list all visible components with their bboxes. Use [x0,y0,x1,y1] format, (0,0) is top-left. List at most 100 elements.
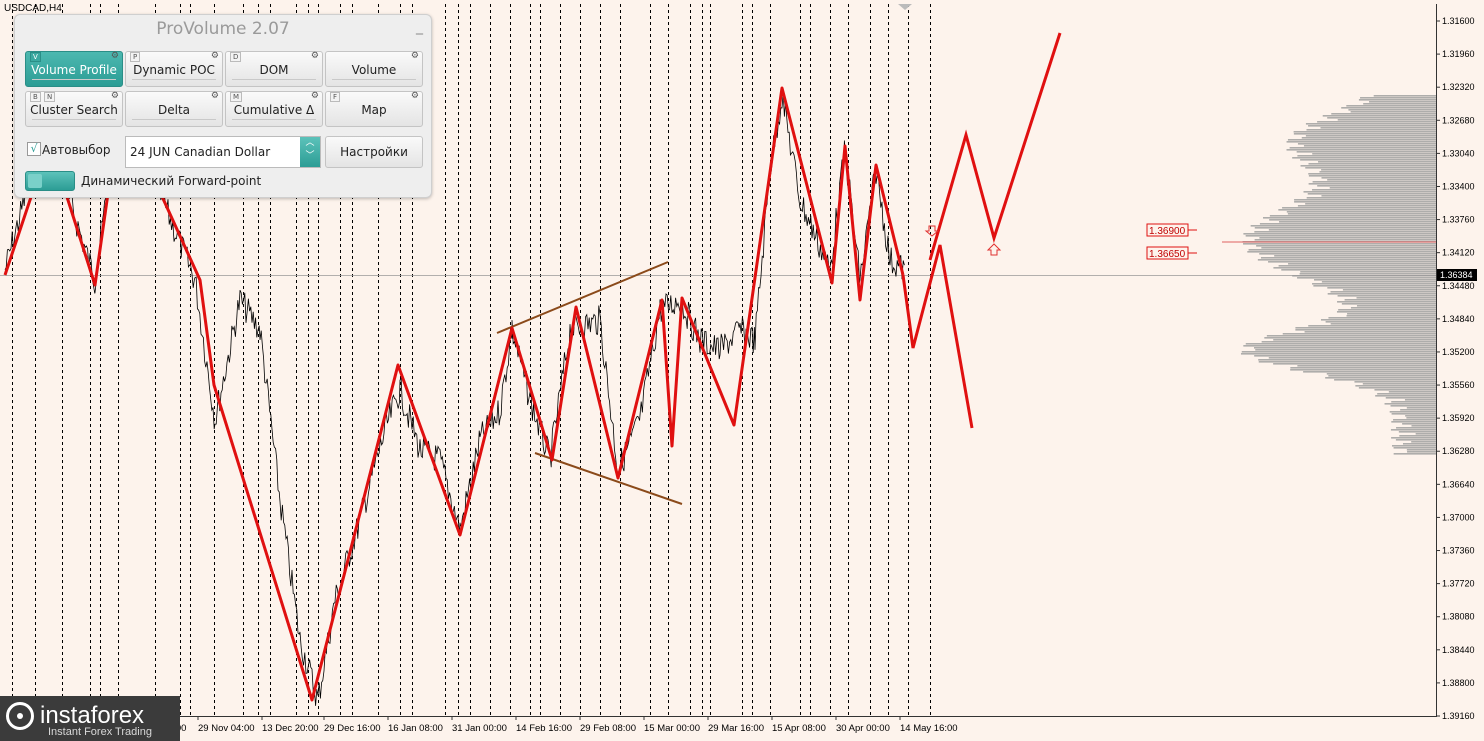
volume-profile-bar [1331,113,1436,115]
volume-profile-bar [1240,353,1436,355]
volume-profile-bar [1290,367,1436,369]
volume-profile-bar [1245,235,1436,237]
current-price-label: 1.36384 [1440,270,1473,280]
volume-profile-bar [1305,123,1436,125]
dynamic-poc-button[interactable]: P ⚙ Dynamic POC [125,51,223,87]
volume-profile-bar [1327,287,1436,289]
volume-profile-bar [1348,109,1436,111]
volume-profile-bar [1286,141,1436,143]
volume-profile-bar [1295,327,1436,329]
gear-icon[interactable]: ⚙ [211,51,219,61]
volume-profile-bar [1250,225,1436,227]
volume-profile-bar [1258,361,1436,363]
autoselect-label: Автовыбор [42,143,111,157]
time-tick-label: 15 Mar 00:00 [644,723,700,734]
gear-icon[interactable]: ⚙ [311,91,319,101]
autoselect-checkbox[interactable]: √ [27,142,41,156]
volume-profile-bar [1406,449,1436,451]
delta-button[interactable]: ⚙ Delta [125,91,223,127]
price-tick-label: 1.37360 [1442,546,1475,556]
volume-profile-bar [1273,363,1436,365]
volume-profile-bar [1415,433,1436,435]
level-label: 1.36900 [1149,226,1186,237]
price-tick-label: 1.38800 [1442,678,1475,688]
volume-profile-bar [1356,297,1436,299]
volume-profile-bar [1288,263,1436,265]
volume-profile-bar [1391,445,1436,447]
volume-profile-bar [1407,451,1436,453]
volume-profile-bar [1319,171,1436,173]
volume-profile-bar [1274,255,1436,257]
volume-profile-bar [1308,163,1436,165]
volume-profile-bar [1321,281,1436,283]
volume-profile-bar [1402,423,1436,425]
spinner-arrows-icon[interactable]: ︿ ﹀ [300,137,320,167]
volume-profile-bar [1374,389,1436,391]
volume-profile-bar [1406,417,1436,419]
volume-profile-bar [1391,413,1436,415]
volume-profile-bar [1259,237,1436,239]
volume-profile-bar [1299,273,1436,275]
dom-button[interactable]: D ⚙ DOM [225,51,323,87]
price-tick-label: 1.35920 [1442,413,1475,423]
volume-profile-bar [1294,201,1436,203]
instrument-select[interactable]: 24 JUN Canadian Dollar ︿ ﹀ [125,136,321,168]
provolume-panel[interactable]: ProVolume 2.07 _ V ⚙ Volume Profile P ⚙ Dy… [14,14,432,198]
gear-icon[interactable]: ⚙ [111,91,119,101]
volume-profile-bar [1260,257,1436,259]
volume-profile-bar [1293,133,1436,135]
cumulative-delta-button[interactable]: M ⚙ Cumulative Δ [225,91,323,127]
volume-button[interactable]: ⚙ Volume [325,51,423,87]
volume-profile-bar [1253,347,1436,349]
volume-profile-bar [1254,227,1436,229]
volume-profile-bar [1388,391,1436,393]
forward-point-label: Динамический Forward-point [81,174,262,188]
volume-profile-bar [1385,397,1436,399]
gear-icon[interactable]: ⚙ [111,51,119,61]
volume-profile-bar [1300,271,1436,273]
volume-profile-bar [1355,385,1436,387]
price-tick-label: 1.32320 [1442,82,1475,92]
volume-profile-bar [1393,447,1436,449]
price-tick-label: 1.34480 [1442,281,1475,291]
volume-profile-bar [1317,185,1436,187]
volume-profile-bar [1297,143,1436,145]
forward-point-toggle[interactable] [25,171,75,191]
time-tick-label: 29 Mar 16:00 [708,723,764,734]
gear-icon[interactable]: ⚙ [411,91,419,101]
volume-profile-bar [1390,405,1436,407]
volume-profile-bar [1312,181,1436,183]
volume-profile-bar [1314,279,1436,281]
volume-profile-bar [1255,349,1436,351]
map-button[interactable]: F ⚙ Map [325,91,423,127]
volume-profile-bar [1248,249,1436,251]
gear-icon[interactable]: ⚙ [311,51,319,61]
volume-profile-bar [1321,195,1436,197]
volume-profile-bar [1334,379,1436,381]
volume-profile-bar [1328,317,1436,319]
price-tick-label: 1.31960 [1442,49,1475,59]
gear-icon[interactable]: ⚙ [411,51,419,61]
volume-profile-bar [1264,337,1436,339]
gear-icon[interactable]: ⚙ [211,91,219,101]
volume-profile-bar [1256,245,1436,247]
volume-profile-bar [1342,289,1436,291]
volume-profile-bar [1308,325,1436,327]
volume-profile-bar [1411,441,1436,443]
volume-profile-bar [1259,223,1436,225]
price-tick-label: 1.35200 [1442,347,1475,357]
price-tick-label: 1.38080 [1442,612,1475,622]
volume-profile-bar [1307,193,1436,195]
settings-button[interactable]: Настройки [325,136,423,168]
cluster-search-button[interactable]: B N ⚙ Cluster Search [25,91,123,127]
volume-profile-button[interactable]: V ⚙ Volume Profile [25,51,123,87]
volume-profile-bar [1241,351,1436,353]
volume-profile-bar [1363,103,1436,105]
volume-profile-bar [1306,129,1436,131]
minimize-icon[interactable]: _ [416,19,423,35]
volume-profile-bar [1405,415,1436,417]
volume-profile-bar [1257,259,1436,261]
volume-profile-bar [1337,295,1436,297]
volume-profile-bar [1389,411,1436,413]
volume-profile-bar [1286,211,1436,213]
